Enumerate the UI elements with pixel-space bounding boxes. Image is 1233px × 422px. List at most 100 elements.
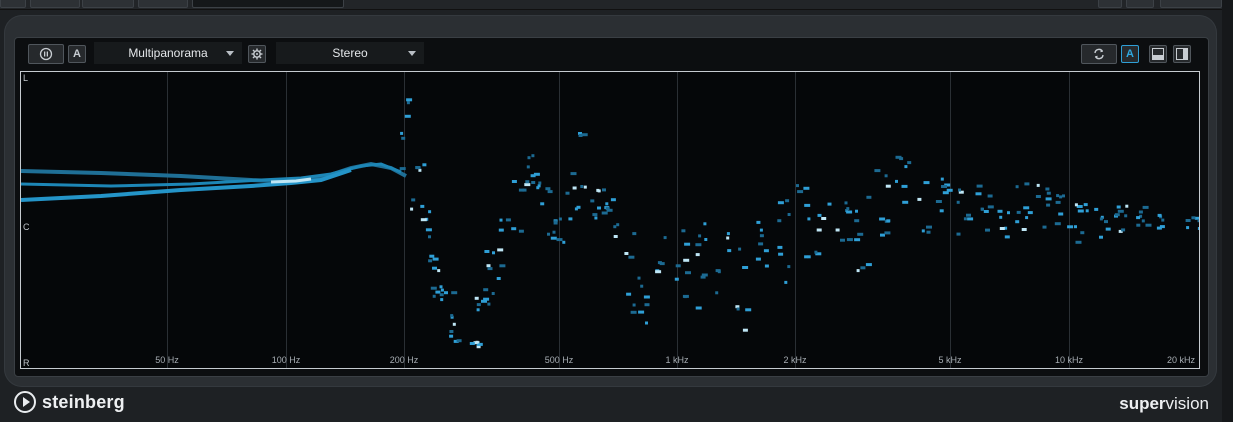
top-strip-field[interactable] [192, 0, 344, 8]
spectrum-point [553, 221, 558, 225]
spectrum-point [907, 161, 912, 165]
spectrum-point [565, 191, 570, 195]
spectrum-point [449, 330, 454, 333]
top-strip-button[interactable] [1126, 0, 1154, 8]
spectrum-point [715, 269, 721, 273]
spectrum-point [432, 266, 437, 270]
spectrum-point [921, 229, 925, 233]
spectrum-point [946, 188, 953, 192]
spectrum-point [499, 218, 503, 222]
spectrum-point [570, 172, 577, 176]
x-tick-label: 200 Hz [389, 355, 419, 365]
spectrum-point [940, 177, 944, 181]
spectrum-point [525, 180, 530, 184]
spectrum-point [638, 310, 645, 314]
spectrum-point [630, 310, 637, 314]
spectrum-point [756, 220, 761, 224]
spectrum-point [759, 228, 763, 232]
sync-button[interactable] [1081, 44, 1117, 64]
channel-dropdown-value: Stereo [332, 46, 368, 60]
spectrum-point [526, 165, 530, 169]
top-strip-button[interactable] [138, 0, 188, 8]
top-strip-button[interactable] [1160, 0, 1222, 8]
channel-dropdown[interactable]: Stereo [276, 42, 424, 64]
top-strip-button[interactable] [1098, 0, 1122, 8]
spectrum-point [1161, 218, 1165, 222]
spectrum-point [999, 227, 1005, 230]
spectrum-point [476, 308, 480, 312]
spectrum-point [675, 264, 681, 268]
spectrum-point [1045, 197, 1052, 201]
top-strip-button[interactable] [82, 0, 134, 8]
spectrum-point [963, 217, 967, 221]
spectrum-point [451, 291, 458, 295]
spectrum-point [865, 263, 872, 267]
spectrum-point [420, 218, 427, 222]
spectrum-point [663, 236, 667, 240]
spectrum-point [764, 264, 769, 268]
top-strip-button[interactable] [30, 0, 80, 8]
spectrum-point [481, 299, 487, 303]
spectrum-point [941, 185, 947, 188]
spectrum-point [895, 155, 902, 159]
axis-label-center: C [23, 222, 30, 232]
spectrum-point [550, 236, 557, 240]
top-strip-button[interactable] [0, 0, 26, 8]
a-button-left[interactable]: A [68, 45, 86, 63]
spectrum-point [787, 213, 791, 216]
gear-icon [251, 48, 263, 60]
spectrum-point [885, 184, 891, 188]
spectrum-point [695, 306, 702, 310]
spectrum-point [499, 264, 506, 268]
spectrum-point [860, 266, 866, 270]
spectrum-point [572, 186, 577, 190]
spectrum-point [1036, 183, 1040, 187]
spectrum-point [1075, 240, 1082, 244]
multipanorama-display[interactable]: L C R 50 Hz 100 Hz 200 Hz 500 Hz 1 kHz 2… [20, 71, 1200, 369]
spectrum-point [439, 285, 443, 289]
spectrum-point [547, 190, 553, 194]
spectrum-point [1114, 213, 1120, 217]
spectrum-point [486, 264, 491, 268]
spectrum-point [518, 188, 524, 192]
spectrum-point [846, 238, 853, 242]
spectrum-point [895, 179, 898, 183]
x-tick-label: 100 Hz [271, 355, 301, 365]
spectrum-point [777, 201, 784, 205]
spectrum-point [817, 213, 822, 217]
mode-dropdown[interactable]: Multipanorama [94, 42, 242, 64]
pause-icon [39, 47, 53, 61]
product-name-bold: super [1119, 394, 1166, 413]
spectrum-point [1074, 203, 1078, 207]
layout-right-button[interactable] [1173, 45, 1191, 63]
spectrum-point [632, 232, 637, 236]
layout-bottom-button[interactable] [1149, 45, 1167, 63]
spectrum-point [1197, 227, 1199, 230]
spectrum-point [745, 308, 752, 312]
spectrum-point [1021, 228, 1027, 231]
a-button-right[interactable]: A [1121, 45, 1139, 63]
spectrum-point [476, 303, 481, 307]
spectrum-point [958, 188, 961, 192]
spectrum-point [410, 207, 414, 211]
spectrum-point [884, 231, 891, 235]
x-tick-label: 10 kHz [1054, 355, 1084, 365]
brand-name: steinberg [42, 391, 125, 412]
spectrum-point [985, 228, 990, 232]
spectrum-point [450, 314, 454, 318]
steinberg-logo: steinberg [14, 391, 125, 413]
spectrum-point [616, 223, 620, 227]
spectrum-point [518, 229, 524, 233]
spectrum-point [602, 188, 606, 192]
spectrum-point [594, 216, 598, 220]
spectrum-point [545, 187, 551, 191]
spectrum-point [590, 199, 595, 203]
spectrum-point [1105, 227, 1111, 231]
settings-button[interactable] [248, 45, 266, 63]
spectrum-point [1121, 228, 1126, 232]
spectrum-point [637, 276, 641, 280]
pause-button[interactable] [28, 44, 64, 64]
spectrum-point [1136, 223, 1141, 227]
spectrum-point [1027, 211, 1033, 215]
spectrum-point [1083, 203, 1088, 207]
